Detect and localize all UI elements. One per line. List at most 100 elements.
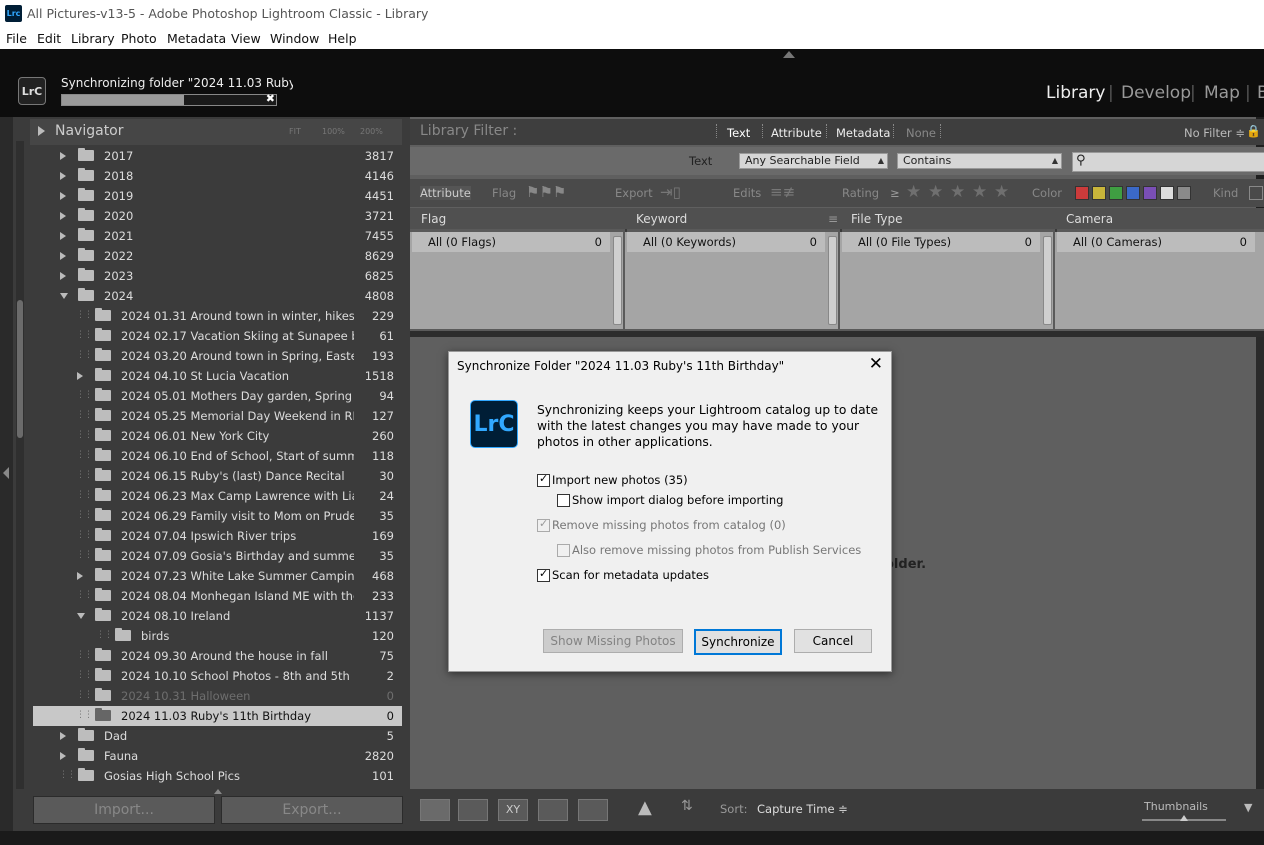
folder-row[interactable]: ⋮⋮ 2024 07.09 Gosia's Birthday and summer… [33,546,402,566]
folder-row[interactable]: ⋮⋮ 2024 06.23 Max Camp Lawrence with Liam… [33,486,402,506]
folder-row[interactable]: ⋮⋮ 2024 03.20 Around town in Spring, East… [33,346,402,366]
rule-select[interactable]: Contains ▲ [897,153,1062,169]
collapse-arrow-icon[interactable] [60,293,68,299]
star-icon[interactable]: ★ [928,182,943,202]
panel-resize-icon[interactable] [214,789,222,794]
expand-arrow-icon[interactable] [60,152,66,160]
folder-row[interactable]: ⋮⋮ 2024 07.04 Ipswich River trips 169 [33,526,402,546]
folder-row[interactable]: ⋮⋮ 2024 06.29 Family visit to Mom on Prud… [33,506,402,526]
color-swatch[interactable] [1092,186,1106,200]
menu-file[interactable]: File [6,31,27,46]
star-icon[interactable]: ★ [994,182,1009,202]
filter-tab-text[interactable]: Text [727,126,750,140]
menu-window[interactable]: Window [270,31,319,46]
folder-row[interactable]: ⋮⋮ 2024 01.31 Around town in winter, hike… [33,306,402,326]
left-panel-toggle-icon[interactable] [3,467,9,479]
filter-tab-metadata[interactable]: Metadata [836,126,890,140]
survey-view-icon[interactable] [538,799,568,821]
column-row[interactable]: All (0 Keywords) 0 [627,232,825,252]
folder-row[interactable]: ⋮⋮ 2024 06.15 Ruby's (last) Dance Recital… [33,466,402,486]
toolbar-menu-icon[interactable]: ▼ [1244,801,1252,814]
folder-row[interactable]: ⋮⋮ Gosias High School Pics 101 [33,766,402,786]
close-icon[interactable]: ✕ [869,354,883,374]
menu-photo[interactable]: Photo [121,31,157,46]
folder-row[interactable]: ⋮⋮ 2024 05.25 Memorial Day Weekend in RI 1… [33,406,402,426]
expand-arrow-icon[interactable] [60,752,66,760]
column-row[interactable]: All (0 File Types) 0 [842,232,1040,252]
module-develop[interactable]: Develop [1121,83,1191,103]
option-checkbox[interactable] [537,567,550,582]
flag-filter-icons[interactable]: ⚑⚑⚑ [526,183,566,201]
folder-row[interactable]: 2024 04.10 St Lucia Vacation 1518 [33,366,402,386]
cancel-sync-icon[interactable]: ✖ [266,92,275,105]
folder-row[interactable]: ⋮⋮ birds 120 [33,626,402,646]
expand-arrow-icon[interactable] [60,732,66,740]
menu-library[interactable]: Library [71,31,115,46]
menu-view[interactable]: View [231,31,261,46]
color-swatch[interactable] [1143,186,1157,200]
loupe-view-icon[interactable] [458,799,488,821]
color-swatch[interactable] [1126,186,1140,200]
folder-row[interactable]: 2021 7455 [33,226,402,246]
folder-row[interactable]: 2017 3817 [33,146,402,166]
spray-can-icon[interactable]: ▲ [638,797,652,818]
cancel-button[interactable]: Cancel [794,629,872,653]
expand-arrow-icon[interactable] [60,192,66,200]
column-scrollbar[interactable] [828,236,837,325]
filter-tab-attribute[interactable]: Attribute [771,126,822,140]
menu-help[interactable]: Help [328,31,357,46]
slider-thumb[interactable] [1180,815,1188,821]
module-library[interactable]: Library [1046,83,1105,103]
filter-preset-select[interactable]: No Filter ≑ [1184,126,1245,140]
zoom-200[interactable]: 200% [360,127,383,136]
expand-arrow-icon[interactable] [60,252,66,260]
kind-icon[interactable] [1249,186,1263,200]
expand-arrow-icon[interactable] [77,372,83,380]
menu-metadata[interactable]: Metadata [167,31,226,46]
navigator-header[interactable]: Navigator FIT 100% 200% [30,119,402,145]
zoom-100[interactable]: 100% [322,127,345,136]
folder-row[interactable]: 2023 6825 [33,266,402,286]
folder-row[interactable]: ⋮⋮ 2024 06.01 New York City 260 [33,426,402,446]
column-scrollbar[interactable] [613,236,622,325]
color-swatch[interactable] [1109,186,1123,200]
export-button[interactable]: Export... [221,796,403,824]
expand-arrow-icon[interactable] [77,572,83,580]
folder-row[interactable]: Dad 5 [33,726,402,746]
column-header[interactable]: File Type [840,208,1055,229]
expand-arrow-icon[interactable] [60,272,66,280]
folder-row[interactable]: ⋮⋮ 2024 10.10 School Photos - 8th and 5th… [33,666,402,686]
edits-filter-icons[interactable]: ≡≢ [770,183,795,201]
expand-triangle-icon[interactable] [38,126,45,136]
filter-tab-none[interactable]: None [906,126,936,140]
column-header[interactable]: Flag [410,208,625,229]
column-row[interactable]: All (0 Flags) 0 [412,232,610,252]
import-button[interactable]: Import... [33,796,215,824]
option-checkbox[interactable] [537,472,550,487]
option-checkbox[interactable] [557,494,570,507]
collapse-arrow-icon[interactable] [77,613,85,619]
color-swatch[interactable] [1177,186,1191,200]
column-menu-icon[interactable]: ≡ [828,212,838,226]
menu-edit[interactable]: Edit [37,31,61,46]
folder-row[interactable]: ⋮⋮ 2024 06.10 End of School, Start of sum… [33,446,402,466]
sort-direction-icon[interactable]: ⇅ [681,798,693,814]
folder-row[interactable]: 2019 4451 [33,186,402,206]
expand-arrow-icon[interactable] [60,232,66,240]
search-input[interactable]: ⚲ [1072,152,1264,172]
rating-operator[interactable]: ≥ [890,186,900,200]
folder-row[interactable]: 2024 4808 [33,286,402,306]
module-map[interactable]: Map [1204,83,1240,103]
folder-row[interactable]: 2024 08.10 Ireland 1137 [33,606,402,626]
star-icon[interactable]: ★ [906,182,921,202]
lock-icon[interactable]: 🔒 [1246,124,1261,138]
column-row[interactable]: All (0 Cameras) 0 [1057,232,1255,252]
left-scrollbar[interactable] [16,141,24,789]
show-missing-photos-button[interactable]: Show Missing Photos [543,629,683,653]
folder-row[interactable]: 2018 4146 [33,166,402,186]
star-icon[interactable]: ★ [950,182,965,202]
folder-row[interactable]: ⋮⋮ 2024 05.01 Mothers Day garden, Spring … [33,386,402,406]
zoom-fit[interactable]: FIT [289,127,301,136]
column-header[interactable]: Keyword ≡ [625,208,840,229]
folder-row[interactable]: ⋮⋮ 2024 02.17 Vacation Skiing at Sunapee … [33,326,402,346]
